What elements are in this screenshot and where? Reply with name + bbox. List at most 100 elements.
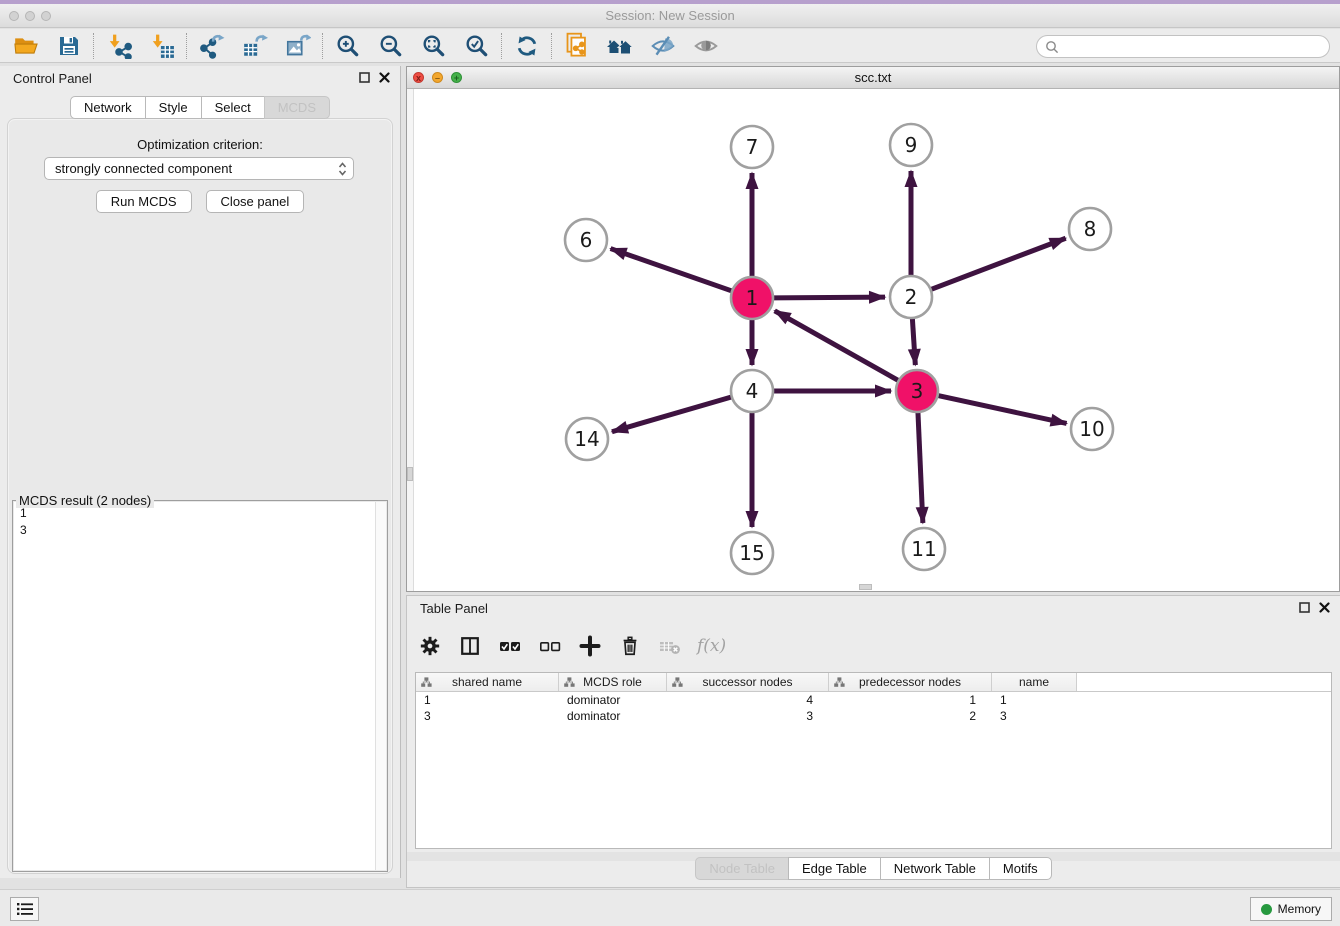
edge-3-11[interactable] — [918, 412, 923, 523]
table-row[interactable]: 3dominator323 — [416, 708, 1331, 724]
search-box[interactable] — [1036, 35, 1330, 58]
mcds-result-text[interactable]: 1 3 — [14, 502, 386, 870]
tab-select[interactable]: Select — [201, 96, 265, 119]
close-panel-icon[interactable] — [379, 72, 390, 83]
edge-2-8[interactable] — [931, 238, 1066, 289]
edge-1-6[interactable] — [611, 249, 733, 291]
table-settings-gear-icon[interactable] — [417, 633, 443, 659]
deselect-all-icon[interactable] — [537, 633, 563, 659]
network-vscroll-thumb[interactable] — [407, 467, 413, 481]
network-frame-titlebar[interactable]: x – + scc.txt — [407, 67, 1339, 89]
network-graph[interactable]: 7968124314101511 — [407, 89, 1339, 591]
node-table[interactable]: shared nameMCDS role successor nodes prede… — [415, 672, 1332, 849]
home-icon[interactable] — [598, 31, 641, 61]
cell-mcds-role: dominator — [559, 708, 667, 724]
control-panel-title: Control Panel — [13, 71, 92, 86]
edge-1-2[interactable] — [773, 297, 885, 298]
node-label-3: 3 — [911, 379, 924, 403]
network-hscroll-thumb[interactable] — [859, 584, 872, 590]
memory-label: Memory — [1278, 902, 1321, 916]
tab-network[interactable]: Network — [70, 96, 146, 119]
column-label: successor nodes — [702, 675, 792, 689]
table-tabs: Node TableEdge TableNetwork TableMotifs — [407, 857, 1340, 880]
network-canvas[interactable]: 7968124314101511 — [407, 89, 1339, 591]
edge-3-10[interactable] — [938, 395, 1067, 423]
tab-network-table[interactable]: Network Table — [880, 857, 990, 880]
search-icon — [1045, 40, 1059, 54]
show-column-icon[interactable] — [457, 633, 483, 659]
cell-name: 1 — [992, 692, 1077, 708]
column-label: predecessor nodes — [859, 675, 961, 689]
node-label-9: 9 — [905, 133, 918, 157]
column-header-name[interactable]: name — [992, 673, 1077, 691]
zoom-selected-icon[interactable] — [455, 31, 498, 61]
task-history-button[interactable] — [10, 897, 39, 921]
import-network-icon[interactable] — [97, 31, 140, 61]
memory-status-dot — [1261, 904, 1272, 915]
toolbar-separator — [322, 33, 323, 59]
cell-predecessor-nodes: 2 — [829, 708, 992, 724]
select-chevrons-icon — [338, 161, 347, 177]
tab-style[interactable]: Style — [145, 96, 202, 119]
node-label-2: 2 — [905, 285, 918, 309]
zoom-in-icon[interactable] — [326, 31, 369, 61]
export-network-icon[interactable] — [190, 31, 233, 61]
header-filler — [1077, 673, 1331, 691]
open-folder-icon[interactable] — [4, 31, 47, 61]
node-label-15: 15 — [739, 541, 764, 565]
memory-button[interactable]: Memory — [1250, 897, 1332, 921]
show-graphics-details-icon[interactable] — [684, 31, 727, 61]
import-table-icon[interactable] — [140, 31, 183, 61]
edge-2-3[interactable] — [912, 318, 915, 365]
float-panel-icon[interactable] — [359, 72, 370, 83]
control-panel: Control Panel NetworkStyleSelectMCDS Opt… — [0, 66, 401, 878]
node-label-11: 11 — [911, 537, 936, 561]
column-header-mcds-role[interactable]: MCDS role — [559, 673, 667, 691]
table-header-row: shared nameMCDS role successor nodes prede… — [416, 673, 1331, 692]
column-header-predecessor-nodes[interactable]: predecessor nodes — [829, 673, 992, 691]
close-panel-icon[interactable] — [1319, 602, 1330, 613]
edge-4-14[interactable] — [612, 397, 732, 432]
toolbar-separator — [186, 33, 187, 59]
table-row[interactable]: 1dominator411 — [416, 692, 1331, 708]
mcds-result-box: MCDS result (2 nodes) 1 3 — [12, 493, 388, 872]
table-panel-header: Table Panel — [407, 596, 1340, 622]
function-builder-icon-disabled: f(x) — [697, 633, 726, 659]
hide-graphics-details-icon[interactable] — [641, 31, 684, 61]
add-column-icon[interactable] — [577, 633, 603, 659]
tab-node-table[interactable]: Node Table — [695, 857, 789, 880]
close-panel-button[interactable]: Close panel — [206, 190, 305, 213]
zoom-out-icon[interactable] — [369, 31, 412, 61]
edge-3-1[interactable] — [775, 311, 899, 381]
tab-edge-table[interactable]: Edge Table — [788, 857, 881, 880]
zoom-fit-icon[interactable] — [412, 31, 455, 61]
search-input[interactable] — [1063, 39, 1321, 55]
cell-successor-nodes: 3 — [667, 708, 829, 724]
network-from-document-icon[interactable] — [555, 31, 598, 61]
table-panel: Table Panel f(x) shared n — [406, 595, 1340, 888]
run-mcds-button[interactable]: Run MCDS — [96, 190, 192, 213]
toolbar-separator — [551, 33, 552, 59]
node-label-8: 8 — [1084, 217, 1097, 241]
column-header-shared-name[interactable]: shared name — [416, 673, 559, 691]
criterion-select[interactable]: strongly connected component — [44, 157, 354, 180]
delete-column-trash-icon[interactable] — [617, 633, 643, 659]
refresh-icon[interactable] — [505, 31, 548, 61]
toolbar-separator — [501, 33, 502, 59]
export-table-icon[interactable] — [233, 31, 276, 61]
cell-shared-name: 3 — [416, 708, 559, 724]
mcds-result-scrollbar[interactable] — [375, 502, 386, 870]
node-label-14: 14 — [574, 427, 599, 451]
export-image-icon[interactable] — [276, 31, 319, 61]
tab-mcds[interactable]: MCDS — [264, 96, 330, 119]
float-panel-icon[interactable] — [1299, 602, 1310, 613]
network-vertical-scrollbar[interactable] — [407, 89, 414, 591]
toolbar-separator — [93, 33, 94, 59]
select-all-icon[interactable] — [497, 633, 523, 659]
column-label: name — [1019, 675, 1049, 689]
tab-motifs[interactable]: Motifs — [989, 857, 1052, 880]
table-body: 1dominator4113dominator323 — [416, 692, 1331, 724]
save-icon[interactable] — [47, 31, 90, 61]
column-header-successor-nodes[interactable]: successor nodes — [667, 673, 829, 691]
cell-mcds-role: dominator — [559, 692, 667, 708]
